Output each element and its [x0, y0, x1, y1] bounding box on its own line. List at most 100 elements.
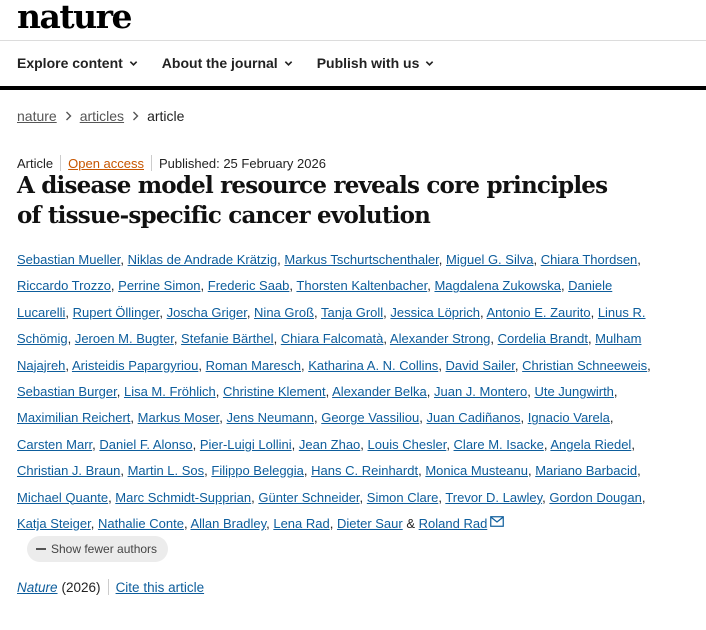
- header-bar: [0, 86, 706, 90]
- author-link[interactable]: Mariano Barbacid: [535, 463, 637, 478]
- author-link[interactable]: Chiara Falcomatà: [281, 331, 384, 346]
- author-link[interactable]: Lena Rad: [273, 516, 329, 531]
- author-link[interactable]: Simon Clare: [367, 490, 439, 505]
- author-link[interactable]: Ignacio Varela: [528, 410, 610, 425]
- author-link[interactable]: Joscha Griger: [167, 305, 247, 320]
- nav-explore-content[interactable]: Explore content: [17, 54, 138, 72]
- author-link[interactable]: Antonio E. Zaurito: [487, 305, 591, 320]
- show-fewer-authors-button[interactable]: Show fewer authors: [27, 536, 169, 562]
- author-link[interactable]: Martin L. Sos: [128, 463, 205, 478]
- nature-logo[interactable]: nature: [17, 0, 133, 36]
- chevron-right-icon: [65, 111, 72, 121]
- open-access-link[interactable]: Open access: [68, 156, 144, 171]
- nav-about-journal[interactable]: About the journal: [162, 54, 293, 72]
- author-link[interactable]: Nathalie Conte: [98, 516, 184, 531]
- author-link[interactable]: Ute Jungwirth: [534, 384, 613, 399]
- author-link[interactable]: Sebastian Mueller: [17, 252, 120, 267]
- author-link[interactable]: Magdalena Zukowska: [434, 278, 560, 293]
- author-link[interactable]: Christian Schneeweis: [522, 358, 647, 373]
- author-link[interactable]: Roman Maresch: [206, 358, 301, 373]
- author-link[interactable]: Riccardo Trozzo: [17, 278, 111, 293]
- chevron-down-icon: [284, 60, 292, 66]
- author-link[interactable]: Aristeidis Papargyriou: [72, 358, 198, 373]
- author-link[interactable]: Trevor D. Lawley: [445, 490, 542, 505]
- author-link[interactable]: Günter Schneider: [258, 490, 359, 505]
- author-link[interactable]: Jeroen M. Bugter: [75, 331, 174, 346]
- author-link[interactable]: Alexander Strong: [390, 331, 490, 346]
- author-link[interactable]: Markus Moser: [138, 410, 220, 425]
- author-link[interactable]: Stefanie Bärthel: [181, 331, 274, 346]
- author-link[interactable]: Miguel G. Silva: [446, 252, 533, 267]
- article-meta: Article Open access Published: 25 Februa…: [17, 155, 326, 171]
- author-list: Sebastian Mueller, Niklas de Andrade Krä…: [17, 252, 651, 532]
- author-link[interactable]: George Vassiliou: [321, 410, 419, 425]
- author-link[interactable]: Christian J. Braun: [17, 463, 120, 478]
- author-link[interactable]: Lisa M. Fröhlich: [124, 384, 216, 399]
- nav-publish-with-us[interactable]: Publish with us: [317, 54, 435, 72]
- mail-icon[interactable]: [490, 516, 505, 527]
- author-link[interactable]: Louis Chesler: [368, 437, 447, 452]
- author-link[interactable]: Carsten Marr: [17, 437, 92, 452]
- article-title: A disease model resource reveals core pr…: [17, 172, 608, 229]
- nav-item-label: About the journal: [161, 55, 278, 71]
- author-link[interactable]: Angela Riedel: [550, 437, 631, 452]
- author-link[interactable]: Jessica Löprich: [390, 305, 480, 320]
- journal-link[interactable]: Nature: [17, 580, 58, 595]
- header-divider: [0, 40, 706, 41]
- author-link[interactable]: Marc Schmidt-Supprian: [115, 490, 251, 505]
- author-link[interactable]: Perrine Simon: [118, 278, 200, 293]
- author-link[interactable]: Maximilian Reichert: [17, 410, 130, 425]
- author-link[interactable]: Tanja Groll: [321, 305, 383, 320]
- author-link[interactable]: Juan J. Montero: [434, 384, 527, 399]
- cite-this-article-link[interactable]: Cite this article: [116, 580, 205, 595]
- author-link[interactable]: Alexander Belka: [332, 384, 427, 399]
- author-link[interactable]: Sebastian Burger: [17, 384, 117, 399]
- chevron-right-icon: [133, 111, 139, 121]
- author-link[interactable]: Clare M. Isacke: [454, 437, 544, 452]
- chevron-down-icon: [129, 60, 138, 66]
- author-link[interactable]: Rupert Öllinger: [73, 305, 160, 320]
- nav-item-label: Explore content: [17, 55, 123, 71]
- nav-item-label: Publish with us: [316, 55, 420, 71]
- author-link[interactable]: David Sailer: [446, 358, 515, 373]
- author-link[interactable]: Chiara Thordsen: [541, 252, 638, 267]
- show-fewer-label: Show fewer authors: [51, 542, 158, 556]
- published-date: Published: 25 February 2026: [159, 155, 326, 171]
- citation-divider: [107, 579, 109, 595]
- author-link[interactable]: Markus Tschurtschenthaler: [284, 252, 438, 267]
- citation-line: Nature (2026) Cite this article: [17, 579, 204, 595]
- author-link[interactable]: Frederic Saab: [208, 278, 290, 293]
- author-link[interactable]: Michael Quante: [17, 490, 108, 505]
- author-link[interactable]: Roland Rad: [419, 516, 488, 531]
- minus-icon: [36, 548, 46, 550]
- breadcrumb-current: article: [147, 108, 185, 124]
- author-link[interactable]: Niklas de Andrade Krätzig: [128, 252, 278, 267]
- author-link[interactable]: Gordon Dougan: [549, 490, 642, 505]
- author-link[interactable]: Katharina A. N. Collins: [308, 358, 438, 373]
- author-link[interactable]: Juan Cadiñanos: [427, 410, 521, 425]
- author-link[interactable]: Jens Neumann: [227, 410, 314, 425]
- author-link[interactable]: Hans C. Reinhardt: [311, 463, 418, 478]
- author-link[interactable]: Cordelia Brandt: [498, 331, 588, 346]
- author-link[interactable]: Jean Zhao: [299, 437, 360, 452]
- author-link[interactable]: Filippo Beleggia: [211, 463, 304, 478]
- meta-divider: [60, 155, 62, 171]
- author-link[interactable]: Monica Musteanu: [425, 463, 528, 478]
- author-link[interactable]: Pier-Luigi Lollini: [200, 437, 292, 452]
- author-link[interactable]: Thorsten Kaltenbacher: [296, 278, 427, 293]
- author-link[interactable]: Christine Klement: [223, 384, 326, 399]
- breadcrumb-nature[interactable]: nature: [17, 108, 57, 124]
- author-link[interactable]: Dieter Saur: [337, 516, 403, 531]
- author-link[interactable]: Allan Bradley: [190, 516, 266, 531]
- meta-divider: [151, 155, 152, 171]
- chevron-down-icon: [426, 60, 434, 66]
- author-and: &: [406, 516, 416, 532]
- breadcrumb-articles[interactable]: articles: [80, 108, 124, 124]
- breadcrumb: nature articles article: [17, 108, 184, 124]
- citation-year: (2026): [61, 579, 101, 595]
- main-nav: Explore content About the journal Publis…: [17, 54, 434, 72]
- author-link[interactable]: Katja Steiger: [17, 516, 91, 531]
- article-type: Article: [17, 155, 54, 171]
- author-link[interactable]: Daniel F. Alonso: [99, 437, 192, 452]
- author-link[interactable]: Nina Groß: [254, 305, 314, 320]
